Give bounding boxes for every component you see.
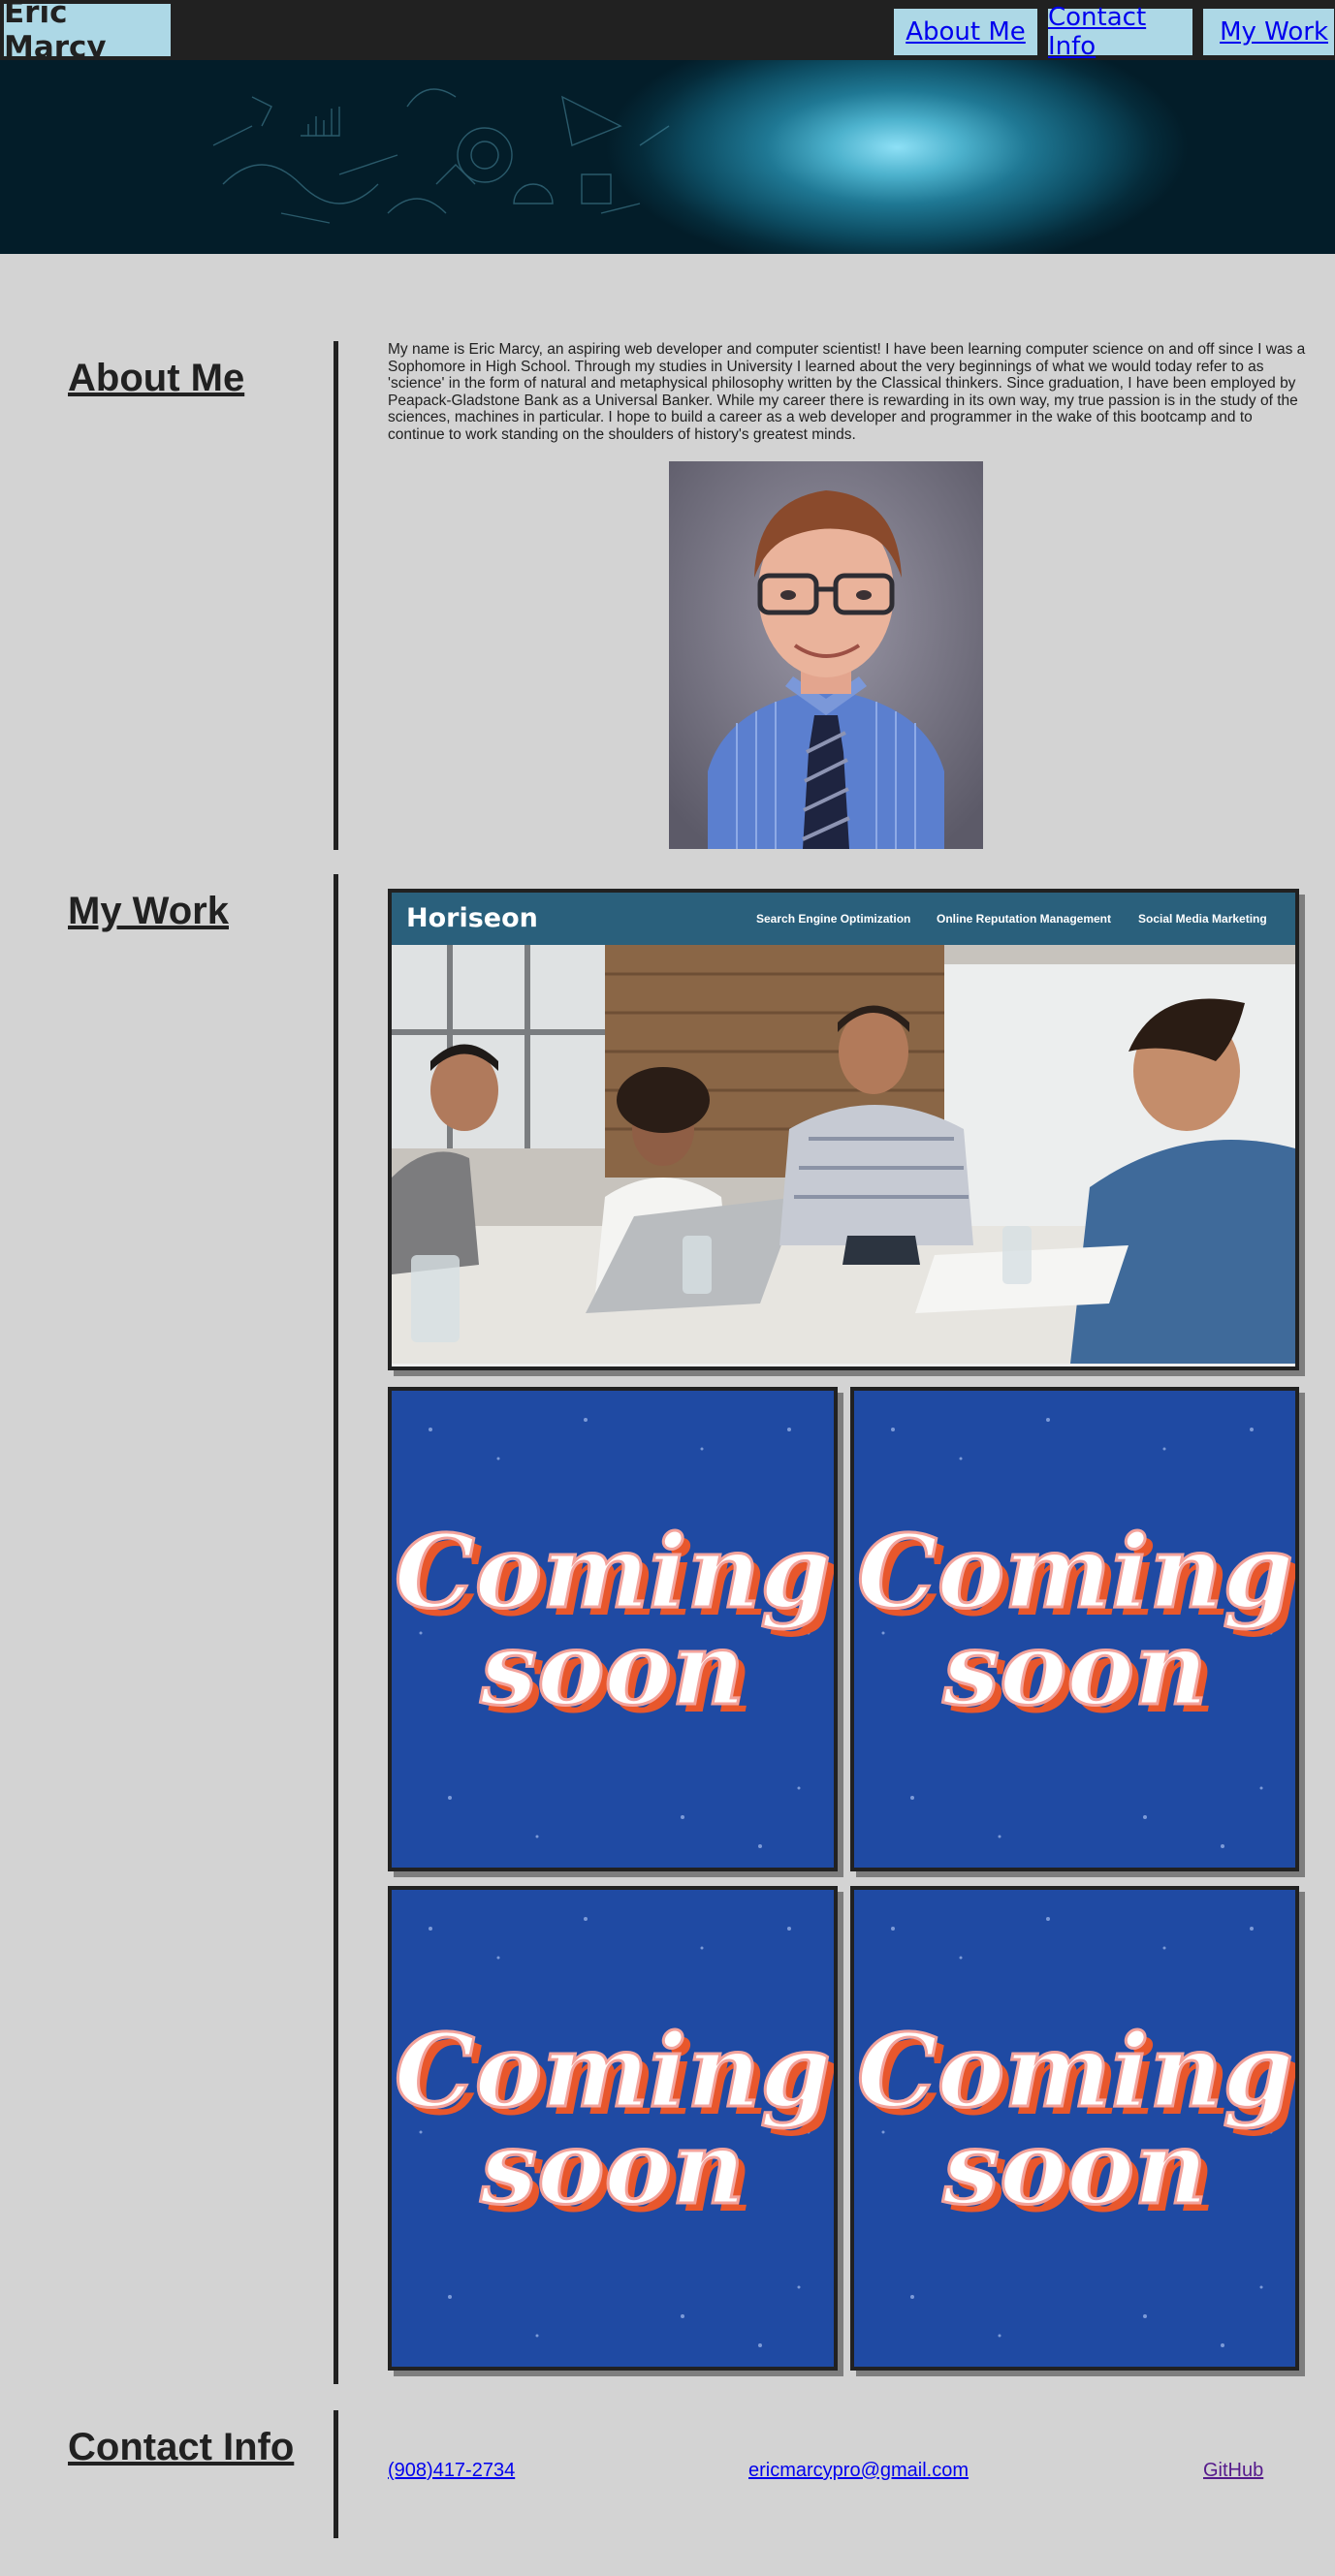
contact-divider: [334, 2410, 338, 2538]
nav-about-me[interactable]: About Me: [893, 8, 1038, 56]
my-work-divider: [334, 874, 338, 2384]
svg-text:soon: soon: [942, 2108, 1208, 2227]
about-divider: [334, 341, 338, 850]
about-me-paragraph: My name is Eric Marcy, an aspiring web d…: [388, 341, 1306, 443]
email-link[interactable]: ericmarcypro@gmail.com: [748, 2460, 969, 2482]
horiseon-nav-seo: Search Engine Optimization: [756, 912, 911, 926]
coming-soon-image: Coming Coming soon soon: [854, 1890, 1295, 2367]
coming-soon-image: Coming Coming soon soon: [392, 1391, 834, 1868]
horiseon-nav-orm: Online Reputation Management: [937, 912, 1112, 926]
horiseon-hero-image: [392, 945, 1295, 1364]
nav-contact-info[interactable]: Contact Info: [1047, 3, 1193, 61]
svg-text:soon: soon: [480, 1609, 746, 1728]
svg-text:soon: soon: [942, 1609, 1208, 1728]
github-link[interactable]: GitHub: [1203, 2460, 1263, 2482]
horiseon-brand: Horiseon: [406, 903, 538, 933]
profile-photo: [669, 461, 983, 849]
project-placeholder-2[interactable]: Coming Coming soon soon: [850, 1387, 1299, 1871]
coming-soon-image: Coming Coming soon soon: [854, 1391, 1295, 1868]
coming-soon-image: Coming Coming soon soon: [392, 1890, 834, 2367]
nav-my-work[interactable]: My Work: [1202, 8, 1335, 56]
horiseon-nav-smm: Social Media Marketing: [1138, 912, 1267, 926]
svg-text:soon: soon: [480, 2108, 746, 2227]
horiseon-header: Horiseon Search Engine Optimization Onli…: [392, 893, 1295, 945]
top-navbar: Eric Marcy About Me Contact Info My Work: [0, 0, 1335, 65]
about-me-heading: About Me: [68, 357, 245, 399]
project-placeholder-4[interactable]: Coming Coming soon soon: [850, 1886, 1299, 2371]
contact-info-heading: Contact Info: [68, 2426, 295, 2468]
phone-link[interactable]: (908)417-2734: [388, 2460, 515, 2482]
hero-banner: [0, 60, 1335, 254]
featured-project-horiseon[interactable]: Horiseon Search Engine Optimization Onli…: [388, 889, 1299, 1370]
project-placeholder-3[interactable]: Coming Coming soon soon: [388, 1886, 838, 2371]
science-doodle-graphic: [212, 88, 670, 224]
project-placeholder-1[interactable]: Coming Coming soon soon: [388, 1387, 838, 1871]
brand-logo-link[interactable]: Eric Marcy: [3, 0, 172, 65]
my-work-heading: My Work: [68, 890, 229, 932]
